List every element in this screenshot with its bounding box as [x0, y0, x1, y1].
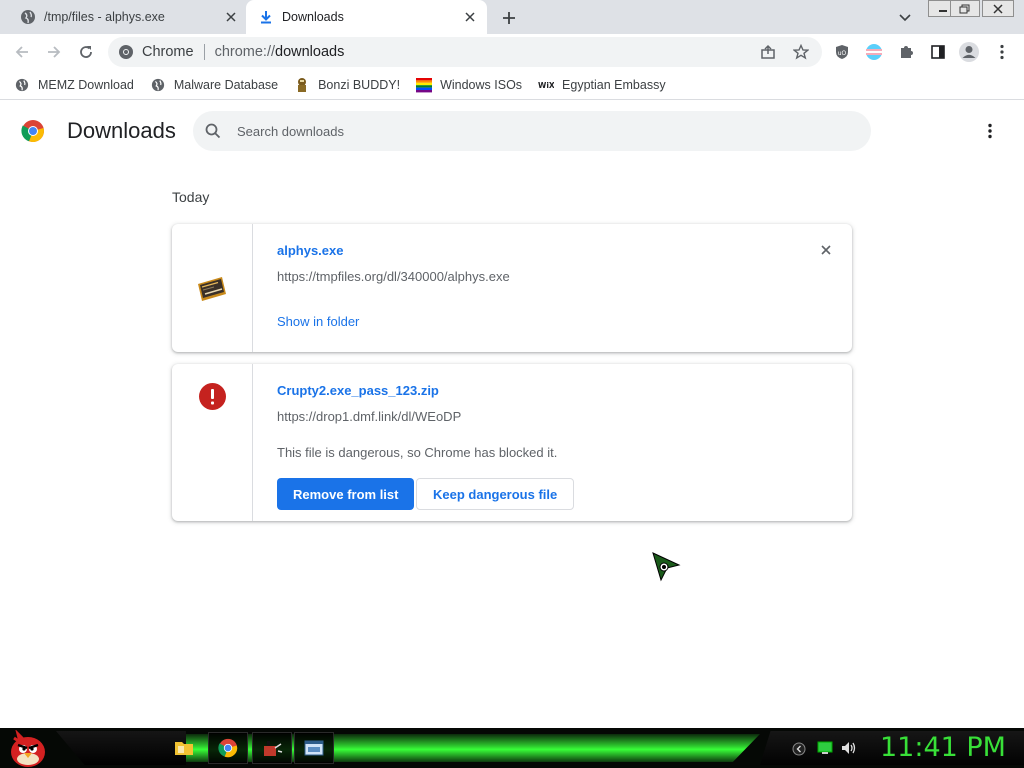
share-icon[interactable]: [760, 44, 776, 60]
close-icon[interactable]: [816, 240, 836, 260]
bookmark-label: Egyptian Embassy: [562, 77, 666, 92]
start-button[interactable]: [6, 730, 46, 768]
search-input[interactable]: [237, 123, 797, 139]
network-icon[interactable]: [817, 741, 833, 755]
danger-icon: [199, 383, 226, 410]
close-window-button[interactable]: [982, 0, 1014, 17]
restore-button[interactable]: [950, 0, 980, 17]
svg-text:WiX: WiX: [538, 81, 554, 90]
back-button[interactable]: [12, 42, 32, 62]
bookmark-label: Malware Database: [173, 77, 279, 92]
tab-title: /tmp/files - alphys.exe: [44, 10, 165, 24]
bookmark-memz-download[interactable]: MEMZ Download: [14, 74, 134, 96]
profile-avatar-icon[interactable]: [958, 41, 980, 63]
taskbar-clock[interactable]: 11:41 PM: [880, 732, 1006, 763]
download-file-link[interactable]: alphys.exe: [277, 243, 344, 258]
omnibox-separator: [203, 44, 205, 60]
svg-text:uO: uO: [838, 50, 847, 57]
download-source-url: https://drop1.dmf.link/dl/WEoDP: [277, 409, 462, 424]
windows-flag-icon: [416, 77, 433, 93]
ublock-shield-icon[interactable]: uO: [832, 42, 852, 62]
volume-icon[interactable]: [841, 741, 857, 755]
chrome-logo-icon: [21, 119, 45, 143]
tab-tmpfiles[interactable]: /tmp/files - alphys.exe: [8, 0, 248, 34]
download-item: Crupty2.exe_pass_123.zip https://drop1.d…: [172, 364, 852, 521]
toolbar: Chrome chrome://downloads uO: [0, 34, 1024, 70]
bonzi-icon: [294, 77, 310, 93]
mouse-cursor-icon: [652, 552, 682, 582]
side-panel-icon[interactable]: [928, 42, 948, 62]
wix-icon: WiX: [538, 77, 554, 93]
search-icon: [203, 121, 223, 141]
globe-icon: [150, 77, 166, 93]
search-downloads-field[interactable]: [193, 111, 871, 151]
bookmark-bonzi-buddy[interactable]: Bonzi BUDDY!: [294, 74, 400, 96]
tab-title: Downloads: [282, 10, 344, 24]
omnibox-host: downloads: [275, 44, 345, 60]
kebab-menu-icon[interactable]: [992, 42, 1012, 62]
forward-button[interactable]: [44, 42, 64, 62]
extension-flag-icon[interactable]: [864, 42, 884, 62]
download-file-link[interactable]: Crupty2.exe_pass_123.zip: [277, 383, 439, 398]
close-tab-icon[interactable]: [222, 8, 240, 26]
bookmark-label: Bonzi BUDDY!: [318, 77, 401, 92]
chevron-down-icon[interactable]: [895, 8, 915, 28]
reload-button[interactable]: [76, 42, 96, 62]
folder-taskbar-icon[interactable]: [164, 732, 204, 764]
date-section-label: Today: [172, 189, 210, 205]
file-icon-column: [172, 224, 253, 352]
bookmark-label: Windows ISOs: [440, 77, 523, 92]
omnibox-scheme: chrome://: [214, 44, 276, 60]
chrome-taskbar-button[interactable]: [208, 732, 248, 764]
file-icon-column: [172, 364, 253, 521]
tray-chevron-icon[interactable]: [792, 742, 806, 756]
bookmark-egyptian-embassy[interactable]: WiX Egyptian Embassy: [538, 74, 666, 96]
remove-from-list-button[interactable]: Remove from list: [277, 478, 415, 510]
window-taskbar-button[interactable]: [294, 732, 334, 764]
bookmark-label: MEMZ Download: [38, 77, 134, 92]
kebab-menu-icon[interactable]: [980, 121, 1000, 141]
tab-downloads[interactable]: Downloads: [246, 0, 487, 34]
bookmarks-bar: MEMZ Download Malware Database Bonzi BUD…: [0, 70, 1024, 100]
danger-warning-text: This file is dangerous, so Chrome has bl…: [277, 445, 558, 460]
omnibox-url: chrome://downloads: [215, 44, 345, 60]
bookmark-windows-isos[interactable]: Windows ISOs: [416, 74, 522, 96]
bookmark-malware-database[interactable]: Malware Database: [150, 74, 278, 96]
chrome-icon: [118, 44, 134, 60]
show-in-folder-link[interactable]: Show in folder: [277, 314, 359, 329]
star-icon[interactable]: [793, 44, 809, 60]
taskbar: 11:41 PM: [0, 728, 1024, 768]
exe-file-icon: [196, 274, 228, 302]
app-taskbar-button[interactable]: [252, 732, 292, 764]
tab-strip: /tmp/files - alphys.exe Downloads: [0, 0, 1024, 34]
close-tab-icon[interactable]: [461, 8, 479, 26]
page-title: Downloads: [67, 118, 176, 143]
download-icon: [258, 9, 274, 25]
downloads-header: Downloads: [0, 101, 1024, 161]
download-item: alphys.exe https://tmpfiles.org/dl/34000…: [172, 224, 852, 352]
keep-dangerous-file-button[interactable]: Keep dangerous file: [416, 478, 575, 510]
globe-icon: [14, 77, 30, 93]
address-bar[interactable]: Chrome chrome://downloads: [108, 37, 822, 67]
puzzle-icon[interactable]: [896, 42, 916, 62]
omnibox-origin: Chrome: [142, 44, 194, 60]
globe-icon: [20, 9, 36, 25]
new-tab-button[interactable]: [498, 7, 520, 29]
download-source-url: https://tmpfiles.org/dl/340000/alphys.ex…: [277, 269, 510, 284]
